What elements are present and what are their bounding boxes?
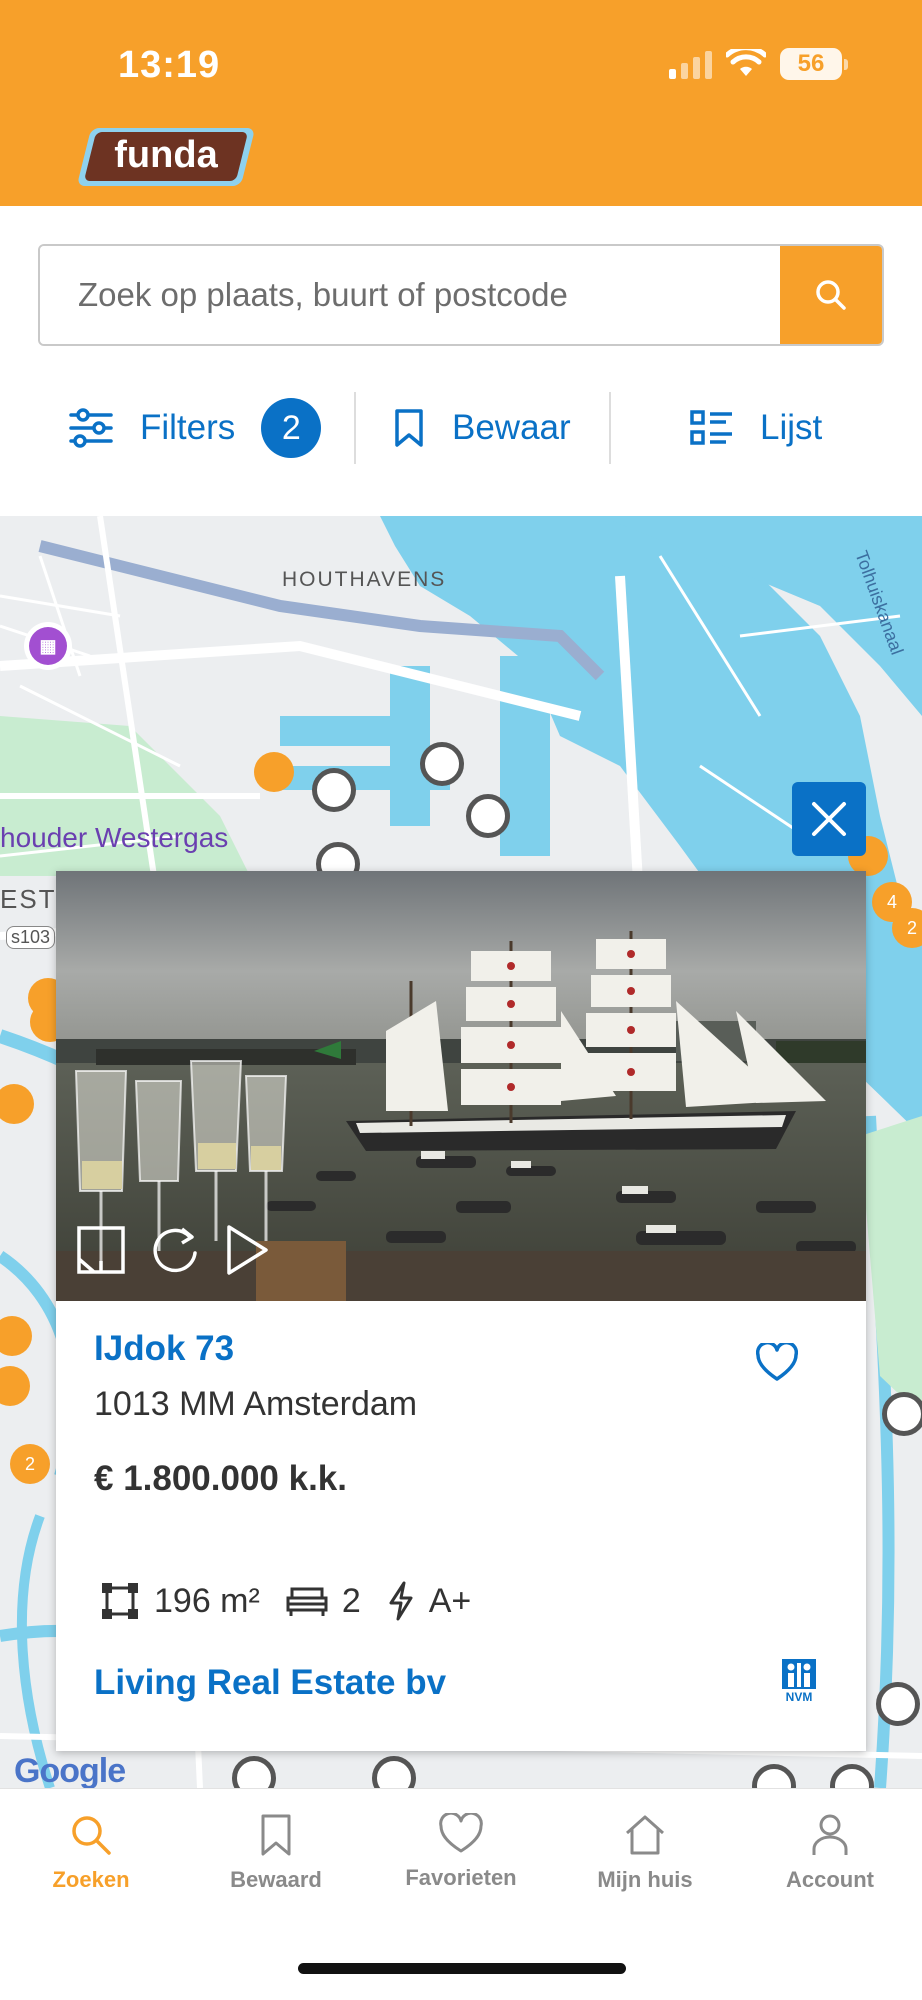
list-icon bbox=[690, 410, 732, 445]
lightning-icon bbox=[389, 1581, 413, 1621]
bookmark-icon bbox=[261, 1814, 291, 1856]
favorite-heart-icon[interactable] bbox=[756, 1343, 798, 1383]
map-label-houthavens: HOUTHAVENS bbox=[282, 568, 447, 591]
close-icon bbox=[812, 802, 846, 836]
wifi-icon bbox=[726, 49, 766, 76]
nvm-logo: NVM bbox=[780, 1659, 818, 1704]
map-road-shield: s103 bbox=[6, 926, 56, 949]
save-label: Bewaar bbox=[452, 408, 571, 447]
map-label-west: EST bbox=[0, 884, 57, 914]
search-bar bbox=[38, 244, 884, 346]
nav-zoeken[interactable]: Zoeken bbox=[16, 1813, 166, 1893]
house-icon bbox=[626, 1815, 664, 1855]
energy-label-value: A+ bbox=[428, 1581, 472, 1620]
status-icons: 56 bbox=[669, 48, 848, 80]
photo-media-controls bbox=[76, 1223, 270, 1277]
listing-pin[interactable] bbox=[882, 1392, 922, 1436]
search-input[interactable] bbox=[40, 246, 780, 344]
logo-text: funda bbox=[114, 134, 218, 176]
search-icon bbox=[816, 280, 846, 310]
funda-logo[interactable]: funda bbox=[76, 128, 256, 186]
filters-label: Filters bbox=[140, 408, 236, 447]
nav-label: Mijn huis bbox=[597, 1867, 693, 1892]
listing-features: 196 m² 2 A+ bbox=[100, 1581, 497, 1621]
listing-pin[interactable] bbox=[254, 752, 294, 792]
listing-card[interactable]: IJdok 73 1013 MM Amsterdam € 1.800.000 k… bbox=[56, 871, 866, 1751]
sliders-icon bbox=[69, 408, 113, 448]
museum-icon: ▦ bbox=[29, 627, 67, 665]
nav-mijn-huis[interactable]: Mijn huis bbox=[570, 1813, 720, 1893]
app-header: 13:19 56 funda bbox=[0, 0, 922, 206]
listing-photo[interactable] bbox=[56, 871, 866, 1301]
toolbar-divider bbox=[609, 392, 611, 464]
bookmark-icon bbox=[395, 409, 423, 447]
listing-agent[interactable]: Living Real Estate bv bbox=[94, 1663, 446, 1703]
home-indicator[interactable] bbox=[298, 1963, 626, 1974]
nav-favorieten[interactable]: Favorieten bbox=[386, 1813, 536, 1891]
video-play-icon[interactable] bbox=[224, 1223, 270, 1277]
search-icon bbox=[72, 1816, 111, 1855]
nav-label: Bewaard bbox=[230, 1867, 322, 1892]
bed-icon bbox=[286, 1587, 328, 1616]
nvm-label: NVM bbox=[785, 1690, 813, 1704]
bedrooms-value: 2 bbox=[341, 1581, 361, 1620]
listing-street[interactable]: IJdok 73 bbox=[94, 1329, 234, 1369]
listing-pin[interactable] bbox=[466, 794, 510, 838]
museum-poi-marker[interactable]: ▦ bbox=[24, 622, 72, 670]
listing-pin[interactable] bbox=[312, 768, 356, 812]
list-view-button[interactable]: Lijst bbox=[690, 388, 822, 468]
feature-area: 196 m² bbox=[100, 1581, 260, 1621]
feature-bedrooms: 2 bbox=[286, 1582, 361, 1621]
close-popup-button[interactable] bbox=[792, 782, 866, 856]
status-time: 13:19 bbox=[118, 44, 221, 86]
listing-pin[interactable] bbox=[420, 742, 464, 786]
map-toolbar: Filters 2 Bewaar Lijst bbox=[0, 388, 922, 468]
listing-price: € 1.800.000 k.k. bbox=[94, 1459, 347, 1498]
listing-details: IJdok 73 1013 MM Amsterdam € 1.800.000 k… bbox=[56, 1301, 866, 1751]
feature-energy: A+ bbox=[387, 1581, 472, 1621]
nav-label: Account bbox=[786, 1867, 874, 1892]
nav-label: Favorieten bbox=[405, 1865, 517, 1890]
360-view-icon[interactable] bbox=[148, 1223, 202, 1277]
nvm-logo-icon bbox=[782, 1659, 816, 1689]
toolbar-divider bbox=[354, 392, 356, 464]
area-icon bbox=[102, 1583, 138, 1619]
nav-label: Zoeken bbox=[52, 1867, 130, 1892]
list-label: Lijst bbox=[760, 408, 823, 447]
search-button[interactable] bbox=[780, 246, 882, 344]
listing-pin[interactable] bbox=[876, 1682, 920, 1726]
floorplan-icon[interactable] bbox=[76, 1225, 126, 1275]
heart-icon bbox=[439, 1813, 483, 1853]
battery-icon: 56 bbox=[780, 48, 848, 80]
cellular-signal-icon bbox=[669, 49, 712, 79]
map-label-westergas: houder Westergas bbox=[0, 822, 229, 853]
person-icon bbox=[812, 1814, 848, 1855]
save-search-button[interactable]: Bewaar bbox=[394, 388, 571, 468]
area-value: 196 m² bbox=[154, 1581, 260, 1620]
filters-button[interactable]: Filters 2 bbox=[68, 388, 322, 468]
google-attribution: Google bbox=[14, 1752, 126, 1790]
nav-account[interactable]: Account bbox=[755, 1813, 905, 1893]
listing-postcode-city: 1013 MM Amsterdam bbox=[94, 1385, 418, 1423]
nav-bewaard[interactable]: Bewaard bbox=[201, 1813, 351, 1893]
listing-cluster-pin[interactable]: 2 bbox=[10, 1444, 50, 1484]
filters-count-badge: 2 bbox=[261, 398, 322, 458]
